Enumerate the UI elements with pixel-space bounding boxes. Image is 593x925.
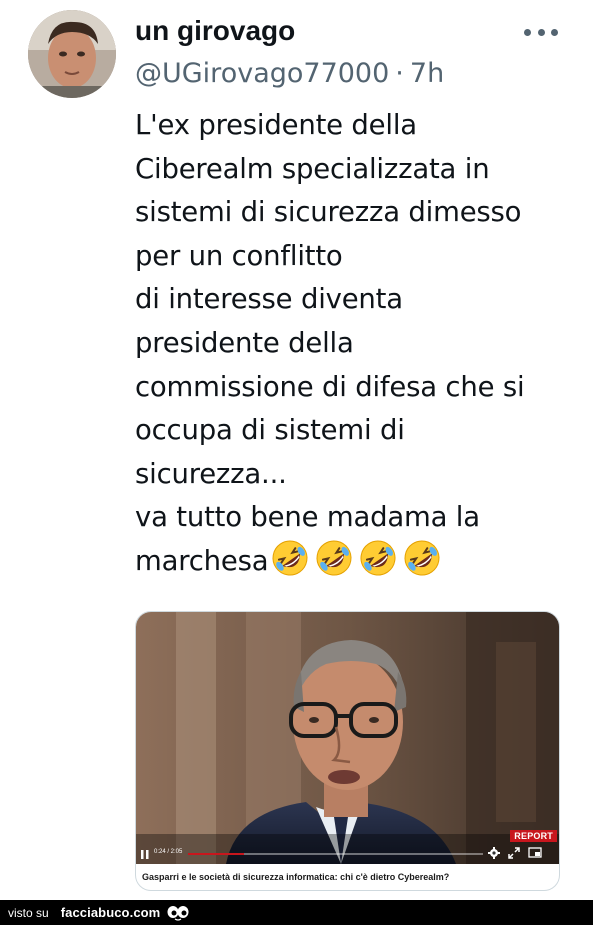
video-player[interactable]: REPORT 0:24 / 2:05 <box>136 612 559 864</box>
avatar-photo <box>28 10 116 98</box>
more-dot <box>551 28 558 36</box>
video-thumbnail <box>136 612 559 864</box>
tweet-text-last-line: marchesa <box>135 540 575 584</box>
progress-bar[interactable] <box>188 853 483 855</box>
rolling-laughing-emoji-icon <box>316 540 352 576</box>
progress-fill <box>188 853 245 855</box>
footer-bar: visto su facciabuco.com <box>0 900 593 925</box>
author-handle[interactable]: @UGirovago77000 <box>135 58 389 89</box>
tweet-text-line: commissione di difesa che si <box>135 370 525 403</box>
tweet-time[interactable]: 7h <box>410 58 444 89</box>
eyes-icon <box>167 905 189 921</box>
tweet-text-line: occupa di sistemi di <box>135 414 405 447</box>
player-icons <box>488 847 542 859</box>
author-name[interactable]: un girovago <box>135 15 295 47</box>
more-dot <box>537 28 545 36</box>
report-badge: REPORT <box>510 830 557 842</box>
tweet-text-line: marchesa <box>135 544 269 577</box>
rolling-laughing-emoji-icon <box>404 540 440 576</box>
handle-row: @UGirovago77000 · 7h <box>135 58 444 89</box>
tweet-text-line: va tutto bene madama la <box>135 501 480 534</box>
more-options-button[interactable] <box>524 22 558 42</box>
pip-icon[interactable] <box>528 847 542 859</box>
tweet-text-line: sistemi di sicurezza dimesso <box>135 196 522 229</box>
tweet-text-line: per un conflitto <box>135 239 343 272</box>
video-time: 0:24 / 2:05 <box>154 849 183 855</box>
avatar[interactable] <box>28 10 116 98</box>
media-card[interactable]: REPORT 0:24 / 2:05 Gasparri e le società… <box>135 611 560 891</box>
tweet-text-line: Ciberealm specializzata in <box>135 152 490 185</box>
tweet-text: L'ex presidente della Ciberealm speciali… <box>135 104 575 584</box>
rolling-laughing-emoji-icon <box>360 540 396 576</box>
footer-site[interactable]: facciabuco.com <box>61 905 161 920</box>
emoji-row <box>270 538 442 578</box>
more-horizontal-icon <box>524 28 531 36</box>
fullscreen-icon[interactable] <box>508 847 520 859</box>
pause-icon[interactable] <box>141 850 149 859</box>
tweet-text-line: presidente della <box>135 326 354 359</box>
rolling-laughing-emoji-icon <box>272 540 308 576</box>
tweet-text-line: sicurezza... <box>135 457 287 490</box>
separator-dot: · <box>395 58 404 89</box>
tweet-text-line: L'ex presidente della <box>135 109 417 141</box>
video-caption[interactable]: Gasparri e le società di sicurezza infor… <box>136 864 559 890</box>
tweet-text-line: di interesse diventa <box>135 283 403 316</box>
video-controls: 0:24 / 2:05 <box>136 844 559 864</box>
settings-gear-icon[interactable] <box>488 847 500 859</box>
footer-prefix: visto su <box>8 905 49 920</box>
